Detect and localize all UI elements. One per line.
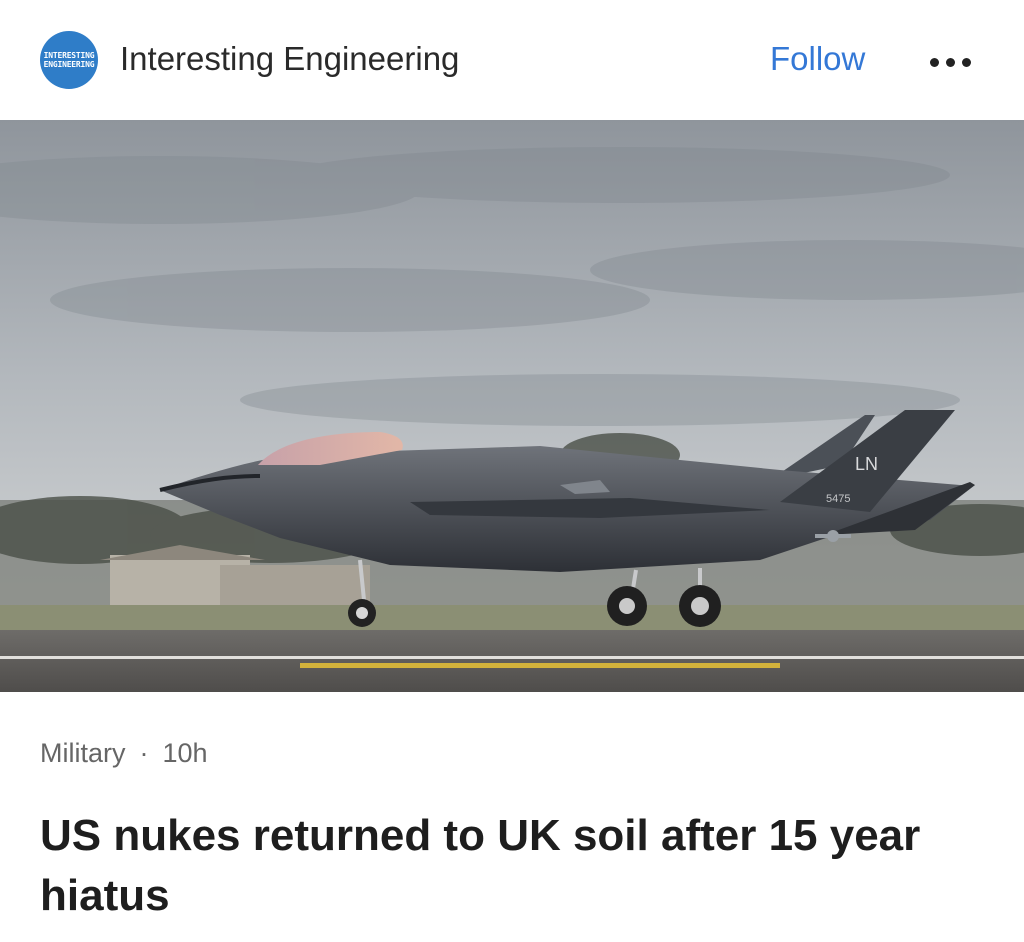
logo-text-line1: INTERESTING — [43, 51, 95, 60]
more-options-icon[interactable] — [930, 58, 978, 68]
meta-separator: · — [139, 738, 149, 768]
article-category[interactable]: Military — [40, 738, 126, 768]
logo-text-line2: ENGINEERING — [43, 60, 95, 69]
tail-code-text: LN — [855, 454, 878, 474]
tail-number-text: 5475 — [826, 493, 850, 505]
article-headline[interactable]: US nukes returned to UK soil after 15 ye… — [40, 806, 980, 926]
article-meta: Military · 10h — [40, 738, 208, 769]
article-hero-image[interactable]: LN 5475 — [0, 120, 1024, 692]
article-header: INTERESTING ENGINEERING Interesting Engi… — [0, 0, 1024, 120]
follow-button[interactable]: Follow — [770, 40, 865, 78]
publisher-name[interactable]: Interesting Engineering — [120, 40, 459, 78]
publisher-logo[interactable]: INTERESTING ENGINEERING — [40, 31, 98, 89]
article-time: 10h — [162, 738, 208, 768]
fighter-jet-photo: LN 5475 — [0, 120, 1024, 692]
